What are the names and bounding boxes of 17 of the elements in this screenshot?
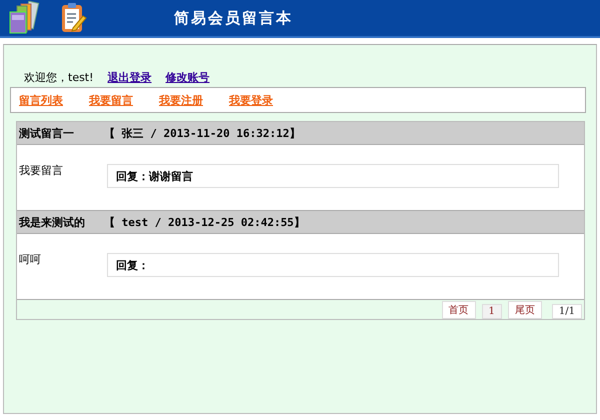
message-meta: 【 test / 2013-12-25 02:42:55】 [104, 214, 305, 230]
account-link[interactable]: 修改账号 [166, 70, 210, 85]
page-number[interactable]: 1 [482, 304, 502, 319]
last-page-button[interactable]: 尾页 [508, 301, 542, 319]
message-body: 呵呵 [19, 252, 42, 268]
reply-box: 回复：谢谢留言 [107, 164, 559, 188]
reply-box: 回复： [107, 253, 559, 277]
page-count: 1/1 [552, 304, 582, 319]
account-link[interactable]: 退出登录 [108, 70, 152, 85]
message-body: 我要留言 [19, 163, 64, 179]
page-title: 简易会员留言本 [174, 8, 293, 28]
clipboard-icon [60, 2, 88, 34]
first-page-button[interactable]: 首页 [442, 301, 476, 319]
message-title: 我是来测试的 [19, 214, 86, 230]
message-title: 测试留言一 [19, 126, 75, 140]
welcome-text: 欢迎您，test! [24, 70, 94, 85]
message-meta: 【 张三 / 2013-11-20 16:32:12】 [104, 126, 300, 140]
